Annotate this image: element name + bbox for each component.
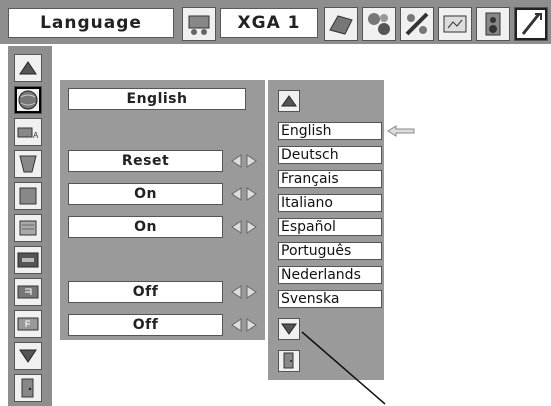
up-arrow-icon[interactable] <box>14 54 42 82</box>
ceiling-icon[interactable] <box>14 278 42 306</box>
rear-value[interactable]: Off <box>68 314 223 336</box>
keystone-icon[interactable] <box>14 150 42 178</box>
language-globe-icon[interactable] <box>14 86 42 114</box>
expand-icon[interactable] <box>514 7 548 41</box>
auto-setup-icon[interactable]: A <box>14 118 42 146</box>
language-option-english[interactable]: English <box>278 122 382 140</box>
language-option-nederlands[interactable]: Nederlands <box>278 266 382 284</box>
screen-icon[interactable] <box>400 7 434 41</box>
down-arrow-icon[interactable] <box>14 342 42 370</box>
svg-text:A: A <box>33 131 39 140</box>
input-source-label: XGA 1 <box>237 13 301 33</box>
language-option-italiano[interactable]: Italiano <box>278 194 382 212</box>
background-icon[interactable] <box>14 182 42 210</box>
exit-icon[interactable] <box>278 350 300 372</box>
image-select-icon[interactable] <box>324 7 358 41</box>
left-right-arrows-icon[interactable] <box>230 154 258 168</box>
language-option-svenska[interactable]: Svenska <box>278 290 382 308</box>
menu-title: Language <box>8 8 174 38</box>
logo-icon[interactable] <box>14 246 42 274</box>
scroll-up-icon[interactable] <box>278 90 300 112</box>
top-menu-bar: Language XGA 1 <box>0 0 551 44</box>
left-right-arrows-icon[interactable] <box>230 285 258 299</box>
left-right-arrows-icon[interactable] <box>230 318 258 332</box>
selected-pointer-icon <box>386 125 416 137</box>
language-option-francais[interactable]: Français <box>278 170 382 188</box>
pc-adjust-icon[interactable] <box>182 7 216 41</box>
language-option-espanol[interactable]: Español <box>278 218 382 236</box>
left-right-arrows-icon[interactable] <box>230 187 258 201</box>
settings-panel: English Reset On On Off Off <box>60 80 265 340</box>
option-value-on-2[interactable]: On <box>68 216 223 238</box>
left-right-arrows-icon[interactable] <box>230 220 258 234</box>
input-source-display: XGA 1 <box>220 8 318 38</box>
display-icon[interactable] <box>14 214 42 242</box>
menu-title-label: Language <box>40 13 142 33</box>
exit-icon[interactable] <box>14 374 42 402</box>
sidebar-icon-strip: A <box>8 46 52 406</box>
rear-icon[interactable] <box>14 310 42 338</box>
ceiling-value[interactable]: Off <box>68 281 223 303</box>
scroll-down-icon[interactable] <box>278 318 300 340</box>
option-value-on-1[interactable]: On <box>68 183 223 205</box>
language-value[interactable]: English <box>68 88 246 110</box>
image-adjust-icon[interactable] <box>362 7 396 41</box>
callout-line <box>300 330 390 406</box>
reset-value[interactable]: Reset <box>68 150 223 172</box>
language-option-portugues[interactable]: Português <box>278 242 382 260</box>
language-option-deutsch[interactable]: Deutsch <box>278 146 382 164</box>
sound-icon[interactable] <box>438 7 472 41</box>
setting-icon[interactable] <box>476 7 510 41</box>
